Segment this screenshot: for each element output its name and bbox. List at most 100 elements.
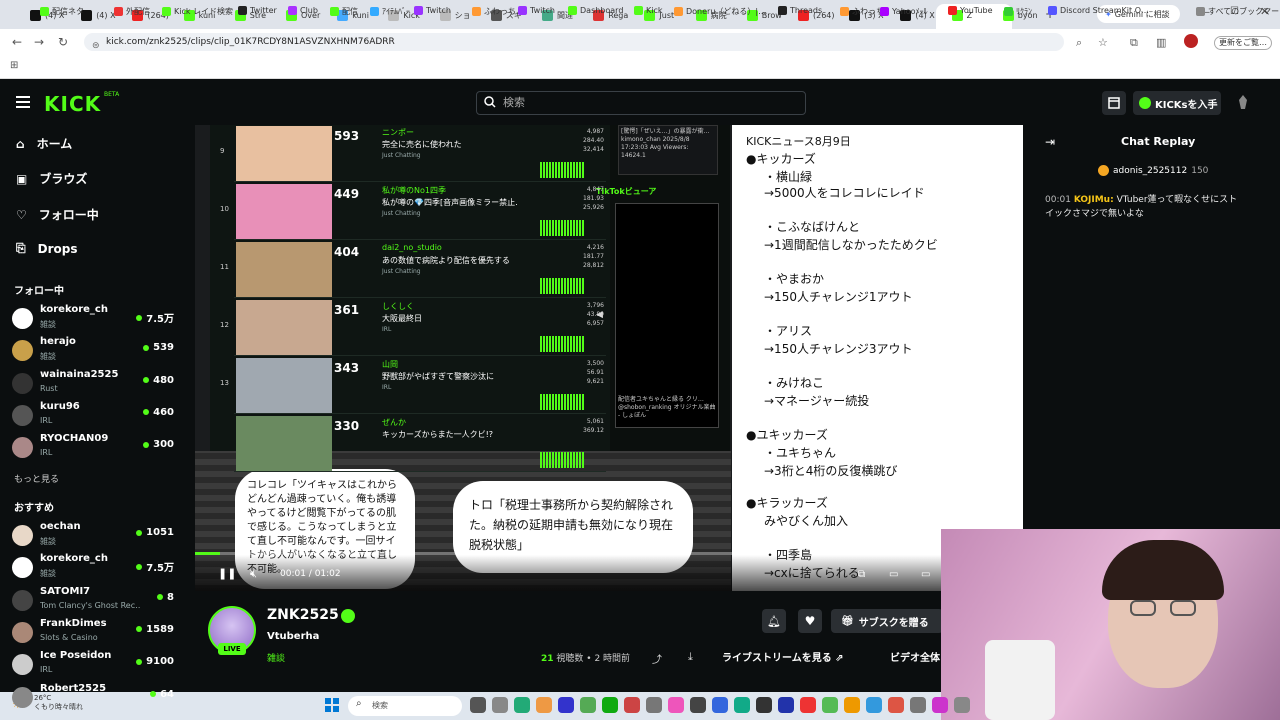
channel-item[interactable]: RYOCHAN09 IRL 300	[12, 433, 182, 463]
channel-item[interactable]: wainaina2525 Rust 480	[12, 369, 182, 399]
bookmark-item[interactable]: すべてのブックマーク	[1196, 6, 1280, 17]
bookmark-item[interactable]: ﾘｸﾗﾝ	[1004, 6, 1032, 17]
apps-icon[interactable]: ⊞	[10, 60, 18, 71]
bookmark-item[interactable]: ふわっち	[840, 6, 884, 17]
bookmark-item[interactable]: ｱｲﾃﾑﾊﾞｰ	[370, 6, 410, 17]
taskbar-app-icon[interactable]	[580, 697, 596, 713]
bookmark-item[interactable]: 外配信	[114, 6, 150, 17]
progress-bar[interactable]	[195, 552, 1023, 555]
captions-icon[interactable]: ▭	[889, 569, 898, 580]
bookmark-item[interactable]: Twitch	[518, 6, 555, 15]
bookmark-item[interactable]: Kick レイド検索	[162, 6, 233, 17]
ranking-bars	[540, 162, 584, 178]
taskbar-app-icon[interactable]	[536, 697, 552, 713]
taskbar-app-icon[interactable]	[734, 697, 750, 713]
bookmark-star-icon[interactable]: ☆	[1098, 36, 1108, 49]
taskbar-app-icon[interactable]	[866, 697, 882, 713]
bookmark-item[interactable]: Kick	[634, 6, 663, 15]
user-avatar-icon[interactable]	[1236, 94, 1250, 110]
taskbar-app-icon[interactable]	[844, 697, 860, 713]
taskbar-app-icon[interactable]	[646, 697, 662, 713]
channel-name[interactable]: ZNK2525	[267, 607, 339, 623]
kicks-button[interactable]: KICKsを入手	[1133, 91, 1221, 115]
kick-logo[interactable]: KICK	[44, 92, 101, 116]
mute-icon[interactable]: 🔇︎	[250, 567, 257, 581]
notify-button[interactable]: 🔔︎	[762, 609, 786, 633]
taskbar-app-icon[interactable]	[954, 697, 970, 713]
watch-livestream-button[interactable]: ライブストリームを見る ⇗	[722, 649, 844, 664]
menu-icon[interactable]	[16, 96, 30, 108]
profile-avatar[interactable]	[1184, 34, 1198, 48]
bookmark-item[interactable]: ふわっち	[472, 6, 516, 17]
taskbar-app-icon[interactable]	[668, 697, 684, 713]
layout-icon	[1108, 97, 1120, 109]
chat-message: 00:01 KOJIMu: VTuber蓮って暇なくせにストイックさマジで無いよ…	[1045, 195, 1238, 219]
taskbar-app-icon[interactable]	[690, 697, 706, 713]
bookmark-item[interactable]: YouTube	[948, 6, 993, 15]
sidepanel-icon[interactable]: ▥	[1156, 36, 1166, 49]
taskbar-app-icon[interactable]	[712, 697, 728, 713]
watch-vod-button[interactable]: ビデオ全体	[890, 649, 940, 664]
nav-home[interactable]: ⌂ ホーム	[16, 135, 72, 152]
channel-item[interactable]: Ice Poseidon IRL 9100	[12, 650, 182, 680]
taskbar-app-icon[interactable]	[624, 697, 640, 713]
bookmark-item[interactable]: 配信ネタ	[40, 6, 84, 17]
nav-drops[interactable]: ⎘ Drops	[16, 241, 77, 256]
update-chip[interactable]: 更新をご覧…	[1214, 36, 1272, 50]
bookmark-item[interactable]: 配信	[330, 6, 358, 17]
taskbar-app-icon[interactable]	[492, 697, 508, 713]
zoom-icon[interactable]: ⌕	[1076, 36, 1082, 50]
taskbar-app-icon[interactable]	[514, 697, 530, 713]
taskbar-app-icon[interactable]	[932, 697, 948, 713]
windows-start-icon[interactable]	[325, 698, 339, 712]
taskbar-app-icon[interactable]	[470, 697, 486, 713]
bookmark-item[interactable]: Club	[288, 6, 318, 15]
channel-item[interactable]: FrankDimes Slots & Casino 1589	[12, 618, 182, 648]
reload-icon[interactable]: ↻	[58, 35, 68, 49]
gift-sub-button[interactable]: 🎁︎ サブスクを贈る	[831, 609, 943, 633]
bookmark-item[interactable]: Yahooﾒｰﾙ	[880, 6, 928, 17]
back-icon[interactable]: ←	[12, 35, 22, 49]
channel-item[interactable]: herajo 雑談 539	[12, 336, 182, 366]
bookmark-item[interactable]: Doneru（どねる）|…	[674, 6, 766, 17]
bookmark-item[interactable]: Dashboard	[568, 6, 623, 15]
taskbar-app-icon[interactable]	[822, 697, 838, 713]
channel-item[interactable]: oechan 雑談 1051	[12, 521, 182, 551]
ranking-title: あの数値で病院より配信を優先する	[382, 256, 510, 265]
taskbar-search[interactable]: 検索	[348, 696, 462, 716]
show-more-link[interactable]: もっと見る	[14, 472, 59, 485]
ranking-title: 野獣部がやばすぎて警察沙汰に	[382, 372, 494, 381]
channel-category: Tom Clancy's Ghost Rec…	[40, 600, 140, 610]
bookmark-item[interactable]: Twitch	[414, 6, 451, 15]
layout-button[interactable]	[1102, 91, 1126, 115]
url-field[interactable]: ⊜ kick.com/znk2525/clips/clip_01K7RCDY8N1…	[84, 33, 1064, 51]
download-icon[interactable]: ⤓	[688, 650, 693, 664]
taskbar-app-icon[interactable]	[602, 697, 618, 713]
taskbar-app-icon[interactable]	[756, 697, 772, 713]
forward-icon[interactable]: →	[34, 35, 44, 49]
share-icon[interactable]: ⤴	[652, 651, 662, 666]
taskbar-app-icon[interactable]	[800, 697, 816, 713]
taskbar-app-icon[interactable]	[558, 697, 574, 713]
theater-icon[interactable]: ▭	[921, 569, 930, 580]
channel-item[interactable]: Robert2525 64	[12, 683, 182, 713]
follow-button[interactable]: ♥	[798, 609, 822, 633]
taskbar-app-icon[interactable]	[778, 697, 794, 713]
search-input[interactable]: 検索	[476, 91, 806, 115]
channel-item[interactable]: kuru96 IRL 460	[12, 401, 182, 431]
pause-icon[interactable]: ❚❚	[218, 567, 236, 580]
bookmark-item[interactable]: Twitter	[238, 6, 277, 15]
stream-category[interactable]: 雑談	[267, 651, 285, 664]
bookmark-item[interactable]: Threads	[778, 6, 822, 15]
taskbar-app-icon[interactable]	[888, 697, 904, 713]
site-info-icon[interactable]: ⊜	[92, 37, 100, 55]
channel-item[interactable]: korekore_ch 雑談 7.5万	[12, 553, 182, 583]
nav-browse[interactable]: ▣ ブラウズ	[16, 170, 87, 187]
extensions-icon[interactable]: ⧉	[1130, 36, 1138, 50]
channel-item[interactable]: SATOMI7 Tom Clancy's Ghost Rec… 8	[12, 586, 182, 616]
collapse-chat-icon[interactable]: ⇥	[1045, 135, 1055, 149]
channel-item[interactable]: korekore_ch 雑談 7.5万	[12, 304, 182, 334]
taskbar-app-icon[interactable]	[910, 697, 926, 713]
bookmark-item[interactable]: Discord StreamKit O…	[1048, 6, 1149, 15]
nav-following[interactable]: ♡ フォロー中	[16, 206, 99, 223]
